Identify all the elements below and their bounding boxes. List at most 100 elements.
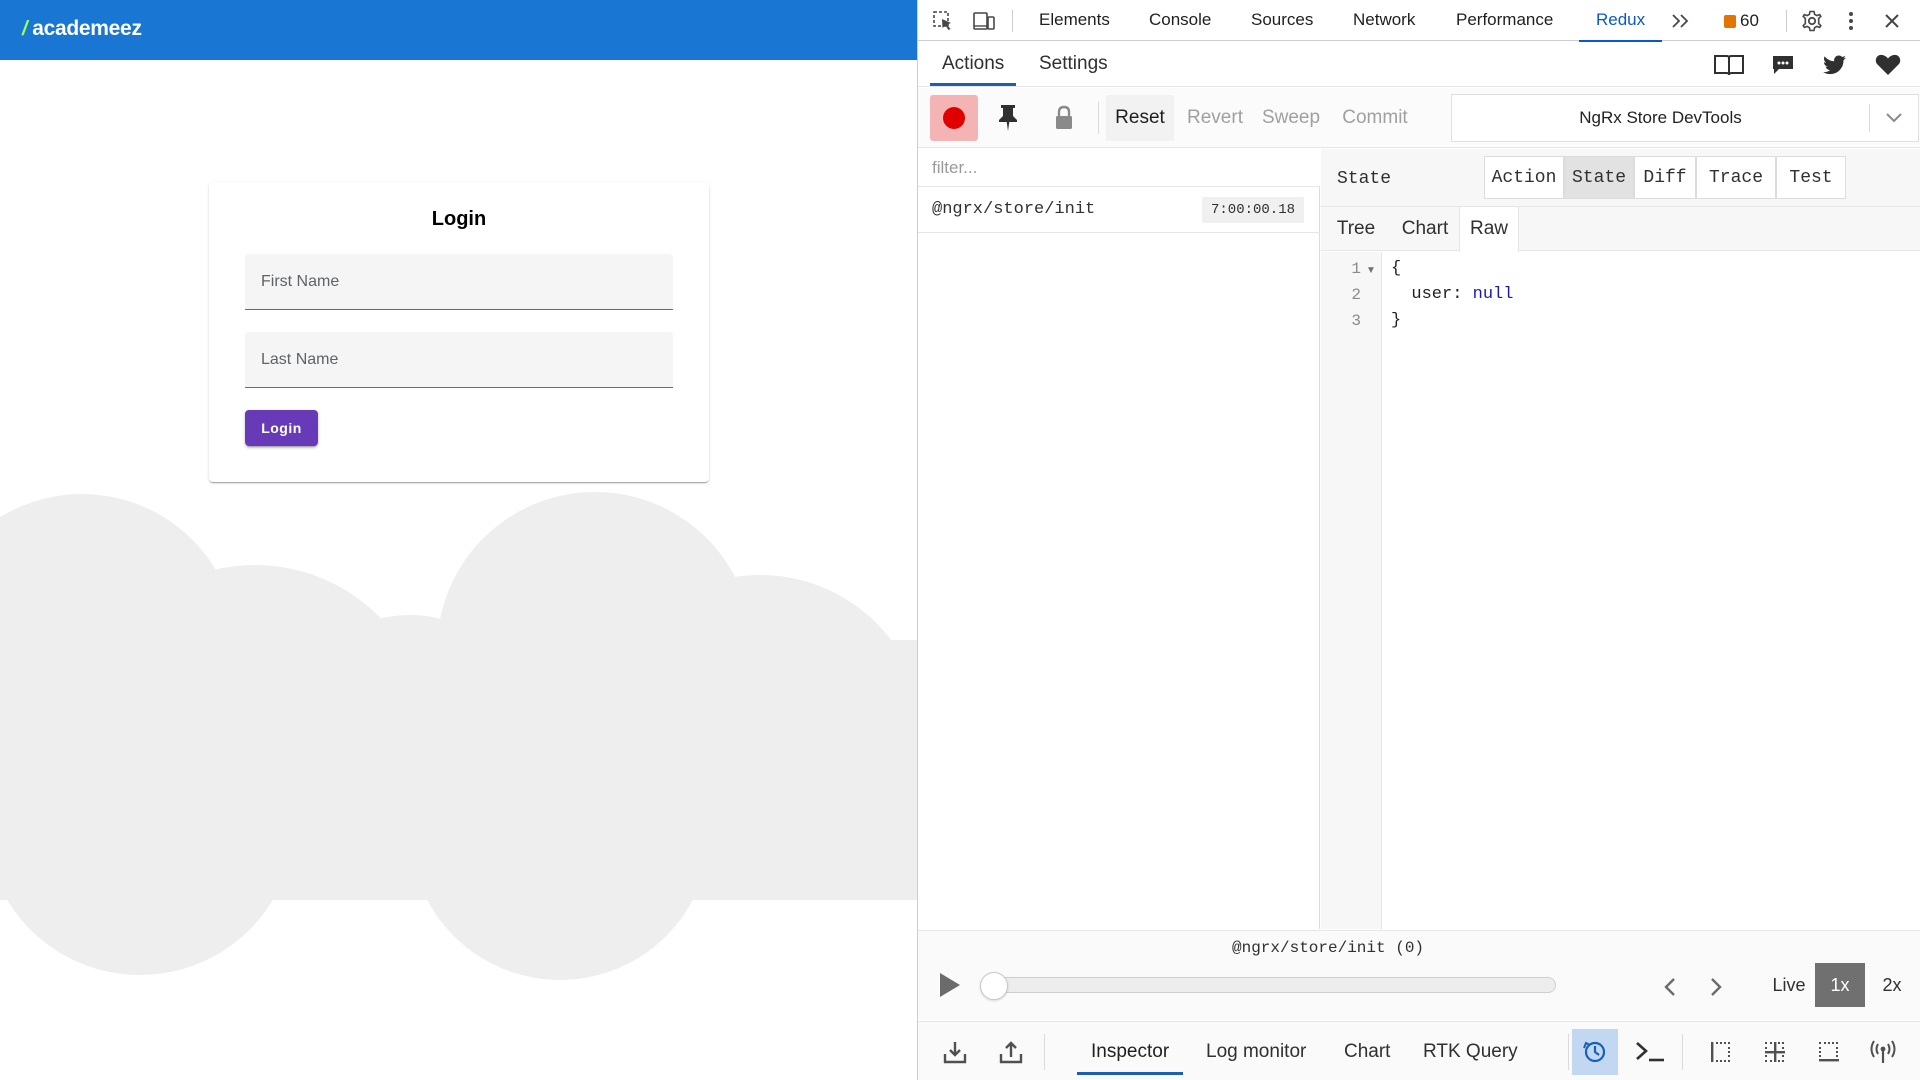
- brand-name: academeez: [32, 17, 142, 40]
- sweep-button[interactable]: Sweep: [1255, 95, 1327, 141]
- login-card: Login Login: [209, 182, 709, 482]
- pin-button[interactable]: [984, 95, 1032, 141]
- tab-network[interactable]: Network: [1353, 0, 1415, 41]
- app-header: / academeez: [0, 0, 917, 60]
- record-button[interactable]: [930, 95, 978, 141]
- pin-icon: [999, 105, 1017, 131]
- tab-raw[interactable]: Raw: [1459, 207, 1519, 252]
- state-panel-title: State: [1337, 169, 1392, 189]
- line-number: 1: [1351, 260, 1361, 278]
- slider-track[interactable]: [996, 977, 1556, 993]
- fold-arrow-icon[interactable]: ▼: [1366, 265, 1376, 276]
- tab-diff[interactable]: Diff: [1634, 156, 1696, 199]
- commit-button[interactable]: Commit: [1332, 95, 1418, 141]
- tab-actions[interactable]: Actions: [929, 42, 1017, 86]
- logo-slash-icon: /: [22, 18, 28, 40]
- store-instance-select[interactable]: NgRx Store DevTools: [1451, 94, 1919, 142]
- dispatcher-clock-icon[interactable]: [1572, 1029, 1618, 1075]
- device-toolbar-icon[interactable]: [970, 8, 998, 34]
- terminal-icon[interactable]: [1627, 1029, 1673, 1075]
- speed-1x[interactable]: 1x: [1815, 963, 1865, 1007]
- last-name-field: [245, 332, 673, 388]
- docs-book-icon[interactable]: [1712, 50, 1746, 80]
- action-name: @ngrx/store/init: [932, 200, 1096, 219]
- store-select-value: NgRx Store DevTools: [1579, 108, 1742, 127]
- record-icon: [943, 107, 965, 129]
- code-brace-open: {: [1391, 259, 1402, 278]
- feedback-chat-icon[interactable]: [1766, 50, 1800, 80]
- tab-trace[interactable]: Trace: [1696, 156, 1776, 199]
- slider-action-label: @ngrx/store/init (0): [1231, 939, 1425, 957]
- play-icon[interactable]: [940, 973, 960, 997]
- tab-console[interactable]: Console: [1149, 0, 1211, 41]
- twitter-icon[interactable]: [1818, 50, 1852, 80]
- line-number: 3: [1351, 312, 1361, 330]
- line-number: 2: [1351, 286, 1361, 304]
- tab-action[interactable]: Action: [1484, 156, 1564, 199]
- code-key: user:: [1411, 285, 1463, 304]
- state-view-tabs: Tree Chart Raw: [1321, 207, 1920, 252]
- code-line: user: null: [1391, 285, 1513, 304]
- remote-broadcast-icon[interactable]: [1860, 1029, 1906, 1075]
- speed-live[interactable]: Live: [1758, 963, 1820, 1007]
- code-value: null: [1472, 285, 1514, 304]
- issues-count: 60: [1740, 11, 1759, 30]
- slider-grid-icon[interactable]: [1698, 1029, 1744, 1075]
- code-line: {: [1391, 259, 1401, 278]
- kebab-menu-icon[interactable]: [1842, 7, 1860, 35]
- app-viewport: / academeez Login Login: [0, 0, 917, 1080]
- monitor-inspector[interactable]: Inspector: [1076, 1022, 1184, 1080]
- line-number-gutter: 1 ▼ 2 3: [1321, 252, 1382, 929]
- speed-2x[interactable]: 2x: [1870, 963, 1914, 1007]
- chart-grid-icon[interactable]: [1752, 1029, 1798, 1075]
- state-inspector: State Action State Diff Trace Test Tree …: [1321, 149, 1920, 929]
- tab-test[interactable]: Test: [1776, 156, 1846, 199]
- filter-input[interactable]: [918, 149, 1320, 186]
- monitor-rtk-query[interactable]: RTK Query: [1423, 1022, 1518, 1080]
- previous-action-icon[interactable]: [1656, 973, 1684, 1001]
- settings-gear-icon[interactable]: [1798, 7, 1826, 35]
- tab-settings[interactable]: Settings: [1039, 42, 1108, 86]
- more-tabs-icon[interactable]: [1668, 8, 1694, 34]
- code-line: }: [1391, 311, 1401, 330]
- tab-elements[interactable]: Elements: [1039, 0, 1110, 41]
- lock-button[interactable]: [1040, 95, 1088, 141]
- log-grid-icon[interactable]: [1806, 1029, 1852, 1075]
- brand-logo[interactable]: / academeez: [22, 17, 142, 41]
- issues-flag-icon: [1724, 14, 1736, 28]
- login-button[interactable]: Login: [245, 410, 318, 446]
- lock-icon: [1056, 105, 1072, 129]
- inspect-element-icon[interactable]: [930, 8, 956, 34]
- monitor-chart[interactable]: Chart: [1344, 1022, 1390, 1080]
- tab-performance[interactable]: Performance: [1456, 0, 1553, 41]
- code-brace-close: }: [1391, 311, 1402, 330]
- slider-handle[interactable]: [980, 972, 1008, 1000]
- tab-state[interactable]: State: [1564, 156, 1634, 199]
- close-icon[interactable]: [1878, 7, 1906, 35]
- actions-list-panel: @ngrx/store/init 7:00:00.18: [918, 149, 1320, 929]
- last-name-input[interactable]: [245, 332, 673, 387]
- sponsor-heart-icon[interactable]: [1871, 50, 1905, 80]
- login-title: Login: [431, 208, 487, 230]
- devtools-panel: Elements Console Sources Network Perform…: [917, 0, 1920, 1080]
- reset-button[interactable]: Reset: [1106, 95, 1174, 141]
- export-icon[interactable]: [988, 1029, 1034, 1075]
- tab-chart[interactable]: Chart: [1391, 207, 1459, 251]
- tab-sources[interactable]: Sources: [1251, 0, 1313, 41]
- chevron-down-icon: [1870, 112, 1918, 124]
- raw-state-editor[interactable]: 1 ▼ 2 3 { user: null }: [1321, 252, 1920, 929]
- cloud-background: [0, 492, 917, 1080]
- tab-redux[interactable]: Redux: [1578, 0, 1663, 42]
- import-icon[interactable]: [932, 1029, 978, 1075]
- first-name-input[interactable]: [245, 254, 673, 309]
- redux-nav: Actions Settings: [918, 42, 1920, 87]
- next-action-icon[interactable]: [1702, 973, 1730, 1001]
- revert-button[interactable]: Revert: [1180, 95, 1250, 141]
- action-list-item[interactable]: @ngrx/store/init 7:00:00.18: [918, 187, 1320, 233]
- tab-tree[interactable]: Tree: [1321, 207, 1391, 251]
- monitor-log[interactable]: Log monitor: [1206, 1022, 1306, 1080]
- state-header: State Action State Diff Trace Test: [1321, 149, 1920, 207]
- filter-field: [918, 149, 1320, 187]
- issues-counter[interactable]: 60: [1724, 11, 1759, 31]
- first-name-field: [245, 254, 673, 310]
